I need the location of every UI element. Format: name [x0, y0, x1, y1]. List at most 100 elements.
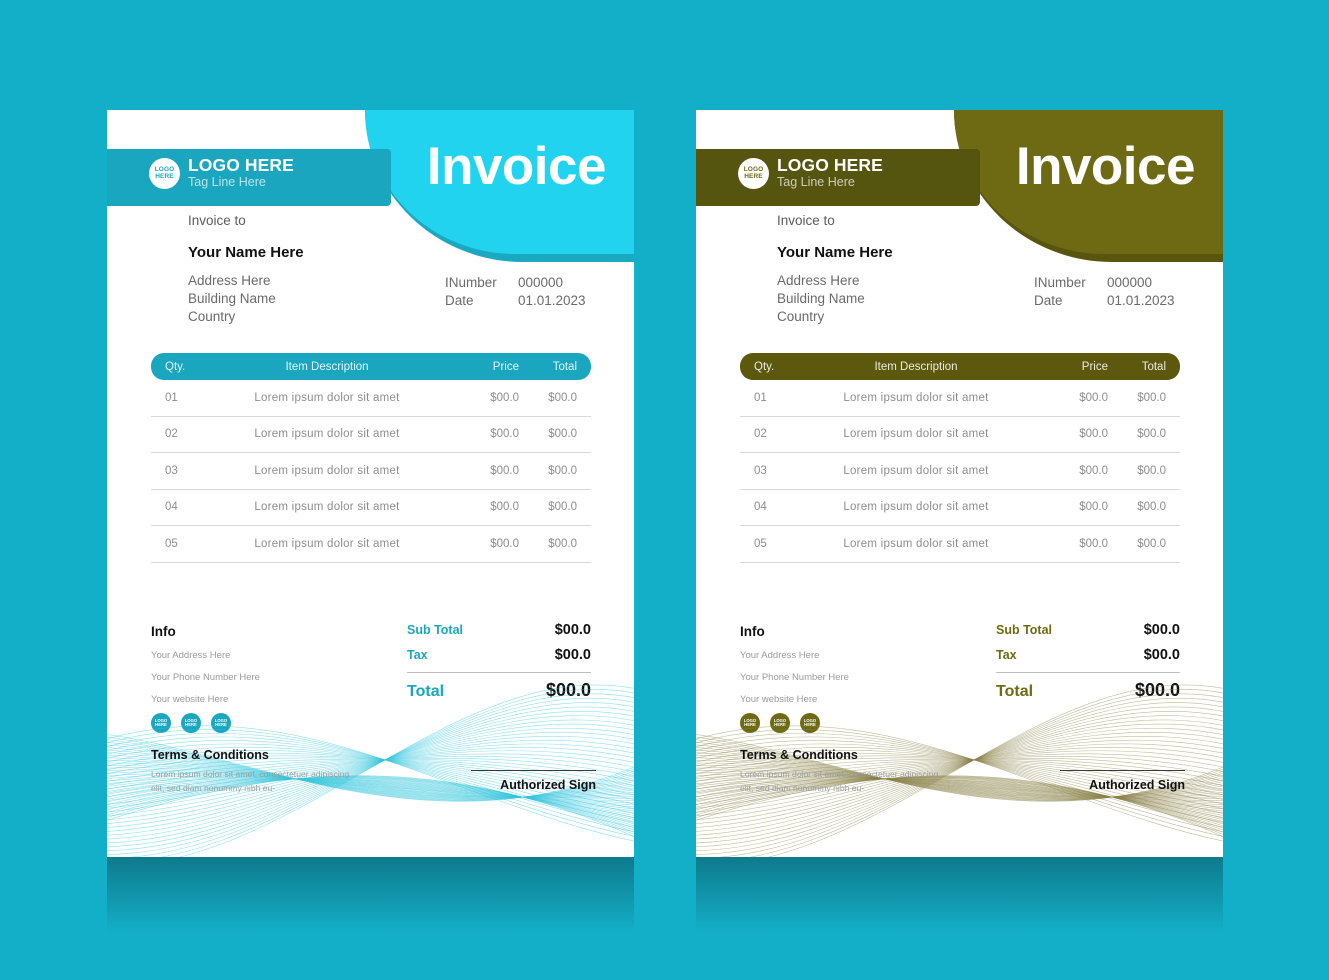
info-line: Your Address Here — [151, 650, 231, 661]
cell-total: $00.0 — [548, 537, 577, 550]
table-row[interactable]: 02 Lorem ipsum dolor sit amet $00.0 $00.… — [740, 417, 1180, 453]
cell-price: $00.0 — [490, 501, 519, 514]
cell-total: $00.0 — [1137, 537, 1166, 550]
terms-title: Terms & Conditions — [151, 748, 269, 762]
cell-qty: 03 — [754, 464, 767, 477]
column-header-price: Price — [492, 360, 519, 373]
meta-key: Date — [1034, 292, 1063, 308]
invoice-header: LOGO HERE LOGO HERE Tag Line Here Invoic… — [696, 110, 1223, 262]
terms-body: Lorem ipsum dolor sit amet, consectetuer… — [740, 769, 939, 793]
meta-key: INumber — [445, 275, 497, 290]
signature-label: Authorized Sign — [1089, 778, 1185, 792]
column-header-price: Price — [1081, 360, 1108, 373]
cell-desc: Lorem ipsum dolor sit amet — [843, 428, 989, 441]
bill-to-address: Address Here Building Name Country — [188, 272, 304, 326]
cell-price: $00.0 — [490, 537, 519, 550]
cell-qty: 01 — [165, 391, 178, 404]
tax-value: $00.0 — [1143, 647, 1180, 663]
address-line: Address Here — [188, 273, 271, 289]
cell-price: $00.0 — [1079, 428, 1108, 441]
column-header-total: Total — [1141, 360, 1166, 373]
signature-block[interactable]: Authorized Sign — [471, 770, 596, 792]
info-title: Info — [740, 624, 765, 639]
terms-block: Terms & Conditions Lorem ipsum dolor sit… — [740, 748, 940, 796]
table-row[interactable]: 04 Lorem ipsum dolor sit amet $00.0 $00.… — [151, 490, 591, 526]
table-row[interactable]: 02 Lorem ipsum dolor sit amet $00.0 $00.… — [151, 417, 591, 453]
column-header-total: Total — [552, 360, 577, 373]
cell-price: $00.0 — [1079, 391, 1108, 404]
bill-to-block: Invoice to Your Name Here Address Here Bu… — [777, 213, 893, 326]
invoice-title: Invoice — [1015, 137, 1196, 196]
items-table: Qty. Item Description Price Total 01 Lor… — [151, 353, 591, 563]
address-line: Country — [777, 309, 825, 325]
cell-desc: Lorem ipsum dolor sit amet — [843, 537, 989, 550]
totals-divider — [996, 672, 1180, 673]
brand-tagline: Tag Line Here — [777, 175, 855, 190]
cell-desc: Lorem ipsum dolor sit amet — [254, 464, 400, 477]
logo-icon: LOGO HERE — [149, 158, 180, 189]
cell-desc: Lorem ipsum dolor sit amet — [843, 501, 989, 514]
invoice-teal: LOGO HERE LOGO HERE Tag Line Here Invoic… — [107, 110, 634, 857]
canvas: LOGO HERE LOGO HERE Tag Line Here Invoic… — [0, 0, 1329, 980]
cell-price: $00.0 — [1079, 501, 1108, 514]
subtotal-label: Sub Total — [407, 623, 464, 637]
column-header-qty: Qty. — [754, 360, 775, 373]
bill-to-name: Your Name Here — [188, 244, 304, 262]
cell-desc: Lorem ipsum dolor sit amet — [254, 428, 400, 441]
terms-body: Lorem ipsum dolor sit amet, consectetuer… — [151, 769, 350, 793]
cell-total: $00.0 — [548, 391, 577, 404]
totals-divider — [407, 672, 591, 673]
cell-qty: 02 — [165, 428, 178, 441]
cell-desc: Lorem ipsum dolor sit amet — [843, 464, 989, 477]
brand: LOGO HERE LOGO HERE Tag Line Here — [149, 156, 294, 191]
bill-to-label: Invoice to — [777, 213, 835, 228]
page-reflection-2 — [696, 857, 1223, 962]
invoice-header: LOGO HERE LOGO HERE Tag Line Here Invoic… — [107, 110, 634, 262]
meta-value: 000000 — [518, 275, 564, 290]
cell-total: $00.0 — [1137, 501, 1166, 514]
brand-tagline: Tag Line Here — [188, 175, 266, 190]
table-row[interactable]: 05 Lorem ipsum dolor sit amet $00.0 $00.… — [740, 526, 1180, 563]
meta-value: 01.01.2023 — [1107, 292, 1175, 308]
table-row[interactable]: 01 Lorem ipsum dolor sit amet $00.0 $00.… — [740, 380, 1180, 417]
tax-label: Tax — [996, 648, 1017, 662]
table-row[interactable]: 05 Lorem ipsum dolor sit amet $00.0 $00.… — [151, 526, 591, 563]
table-row[interactable]: 04 Lorem ipsum dolor sit amet $00.0 $00.… — [740, 490, 1180, 526]
table-row[interactable]: 03 Lorem ipsum dolor sit amet $00.0 $00.… — [151, 453, 591, 490]
terms-title: Terms & Conditions — [740, 748, 858, 762]
cell-price: $00.0 — [490, 391, 519, 404]
table-row[interactable]: 01 Lorem ipsum dolor sit amet $00.0 $00.… — [151, 380, 591, 417]
meta-row: INumber 000000 — [445, 274, 586, 292]
meta-value: 01.01.2023 — [518, 292, 586, 308]
cell-price: $00.0 — [1079, 464, 1108, 477]
logo-badge-line2: HERE — [744, 172, 763, 180]
logo-icon: LOGO HERE — [738, 158, 769, 189]
tax-value: $00.0 — [554, 647, 591, 663]
cell-qty: 02 — [754, 428, 767, 441]
invoice-meta: INumber 000000 Date 01.01.2023 — [1034, 274, 1175, 310]
cell-desc: Lorem ipsum dolor sit amet — [254, 501, 400, 514]
meta-row: INumber 000000 — [1034, 274, 1175, 292]
items-table: Qty. Item Description Price Total 01 Lor… — [740, 353, 1180, 563]
signature-block[interactable]: Authorized Sign — [1060, 770, 1185, 792]
address-line: Building Name — [777, 291, 865, 307]
tax-row: Tax $00.0 — [407, 647, 591, 663]
cell-desc: Lorem ipsum dolor sit amet — [254, 391, 400, 404]
table-header-row: Qty. Item Description Price Total — [151, 353, 591, 380]
table-row[interactable]: 03 Lorem ipsum dolor sit amet $00.0 $00.… — [740, 453, 1180, 490]
column-header-desc: Item Description — [874, 360, 958, 373]
invoice-olive: LOGO HERE LOGO HERE Tag Line Here Invoic… — [696, 110, 1223, 857]
terms-block: Terms & Conditions Lorem ipsum dolor sit… — [151, 748, 351, 796]
bill-to-label: Invoice to — [188, 213, 246, 228]
brand-text: LOGO HERE Tag Line Here — [777, 156, 883, 191]
address-line: Building Name — [188, 291, 276, 307]
tax-label: Tax — [407, 648, 428, 662]
cell-total: $00.0 — [548, 428, 577, 441]
subtotal-value: $00.0 — [1143, 622, 1180, 638]
meta-key: INumber — [1034, 275, 1086, 290]
column-header-qty: Qty. — [165, 360, 186, 373]
meta-row: Date 01.01.2023 — [1034, 292, 1175, 310]
cell-qty: 01 — [754, 391, 767, 404]
cell-price: $00.0 — [1079, 537, 1108, 550]
subtotal-value: $00.0 — [554, 622, 591, 638]
